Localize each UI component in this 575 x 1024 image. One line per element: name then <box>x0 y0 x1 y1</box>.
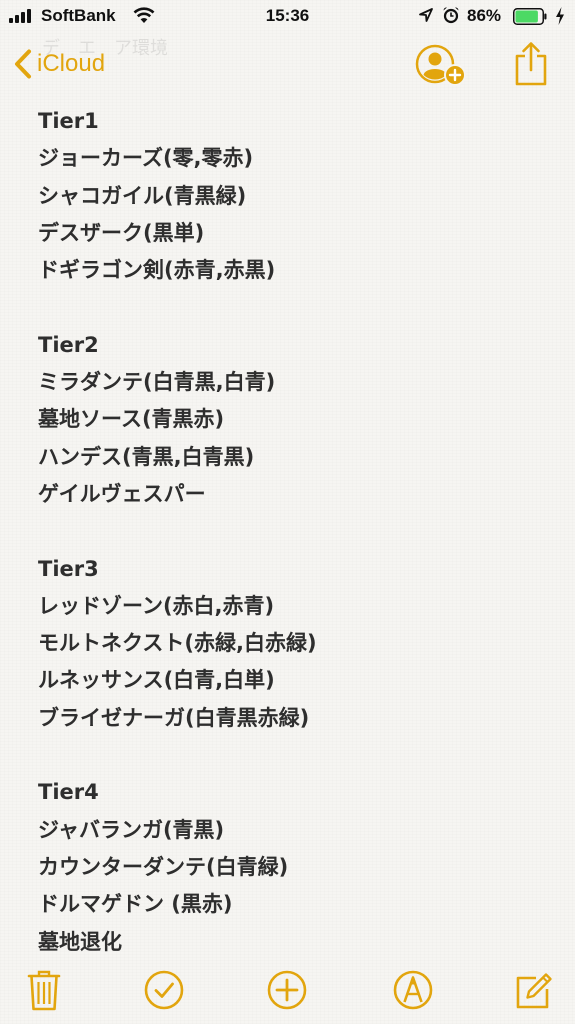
compose-button[interactable] <box>509 967 555 1013</box>
note-line: 墓地退化 <box>38 929 122 954</box>
battery-icon <box>513 8 547 25</box>
checklist-button[interactable] <box>141 967 187 1013</box>
note-line: デスザーク(黒単) <box>38 220 205 245</box>
chevron-left-icon <box>15 49 31 79</box>
note-line: シャコガイル(青黒緑) <box>38 183 247 208</box>
location-arrow-icon <box>419 8 433 22</box>
charging-icon <box>556 7 564 25</box>
add-people-button[interactable] <box>414 42 472 88</box>
trash-icon <box>27 970 61 1011</box>
note-line: ハンデス(青黒,白青黒) <box>38 444 255 469</box>
markup-icon <box>393 970 433 1010</box>
note-line: ブライゼナーガ(白青黒赤緑) <box>38 705 310 730</box>
note-body[interactable]: Tier1 ジョーカーズ(零,零赤) シャコガイル(青黒緑) デスザーク(黒単) ドギラ… <box>38 103 558 956</box>
alarm-icon <box>443 7 459 24</box>
note-line: ドギラゴン剣(赤青,赤黒) <box>38 258 276 283</box>
status-bar: SoftBank 15:36 86% <box>0 0 575 34</box>
note-line: ミラダンテ(白青黒,白青) <box>38 370 276 395</box>
note-line: Tier2 <box>38 332 99 357</box>
delete-button[interactable] <box>21 967 67 1013</box>
back-button-label: iCloud <box>37 50 106 77</box>
note-line: Tier4 <box>38 780 99 805</box>
note-line: Tier1 <box>38 109 99 133</box>
note-line: 墓地ソース(青黒赤) <box>38 407 225 432</box>
note-line <box>38 289 558 326</box>
share-icon <box>515 42 547 86</box>
note-line: ルネッサンス(白青,白単) <box>38 668 275 693</box>
add-icon <box>267 970 307 1010</box>
note-line: レッドゾーン(赤白,赤青) <box>38 593 275 618</box>
note-line: モルトネクスト(赤緑,白赤緑) <box>38 631 317 656</box>
note-line <box>38 737 558 774</box>
compose-icon <box>516 973 552 1009</box>
markup-button[interactable] <box>390 967 436 1013</box>
bottom-toolbar <box>0 960 575 1024</box>
navigation-bar: デ エ ア環境 iCloud <box>0 34 575 98</box>
add-button[interactable] <box>264 967 310 1013</box>
note-line: ジャバランガ(青黒) <box>38 817 225 842</box>
battery-percent: 86% <box>467 6 502 25</box>
note-line: ドルマゲドン (黒赤) <box>38 892 233 917</box>
back-button[interactable]: iCloud <box>14 46 105 82</box>
add-person-icon <box>415 44 466 86</box>
checklist-icon <box>144 970 184 1010</box>
note-line <box>38 513 558 550</box>
share-button[interactable] <box>512 40 550 86</box>
note-line: ゲイルヴェスパー <box>38 481 206 506</box>
note-line: ジョーカーズ(零,零赤) <box>38 146 254 171</box>
note-line: カウンターダンテ(白青緑) <box>38 854 289 879</box>
note-line: Tier3 <box>38 556 99 581</box>
